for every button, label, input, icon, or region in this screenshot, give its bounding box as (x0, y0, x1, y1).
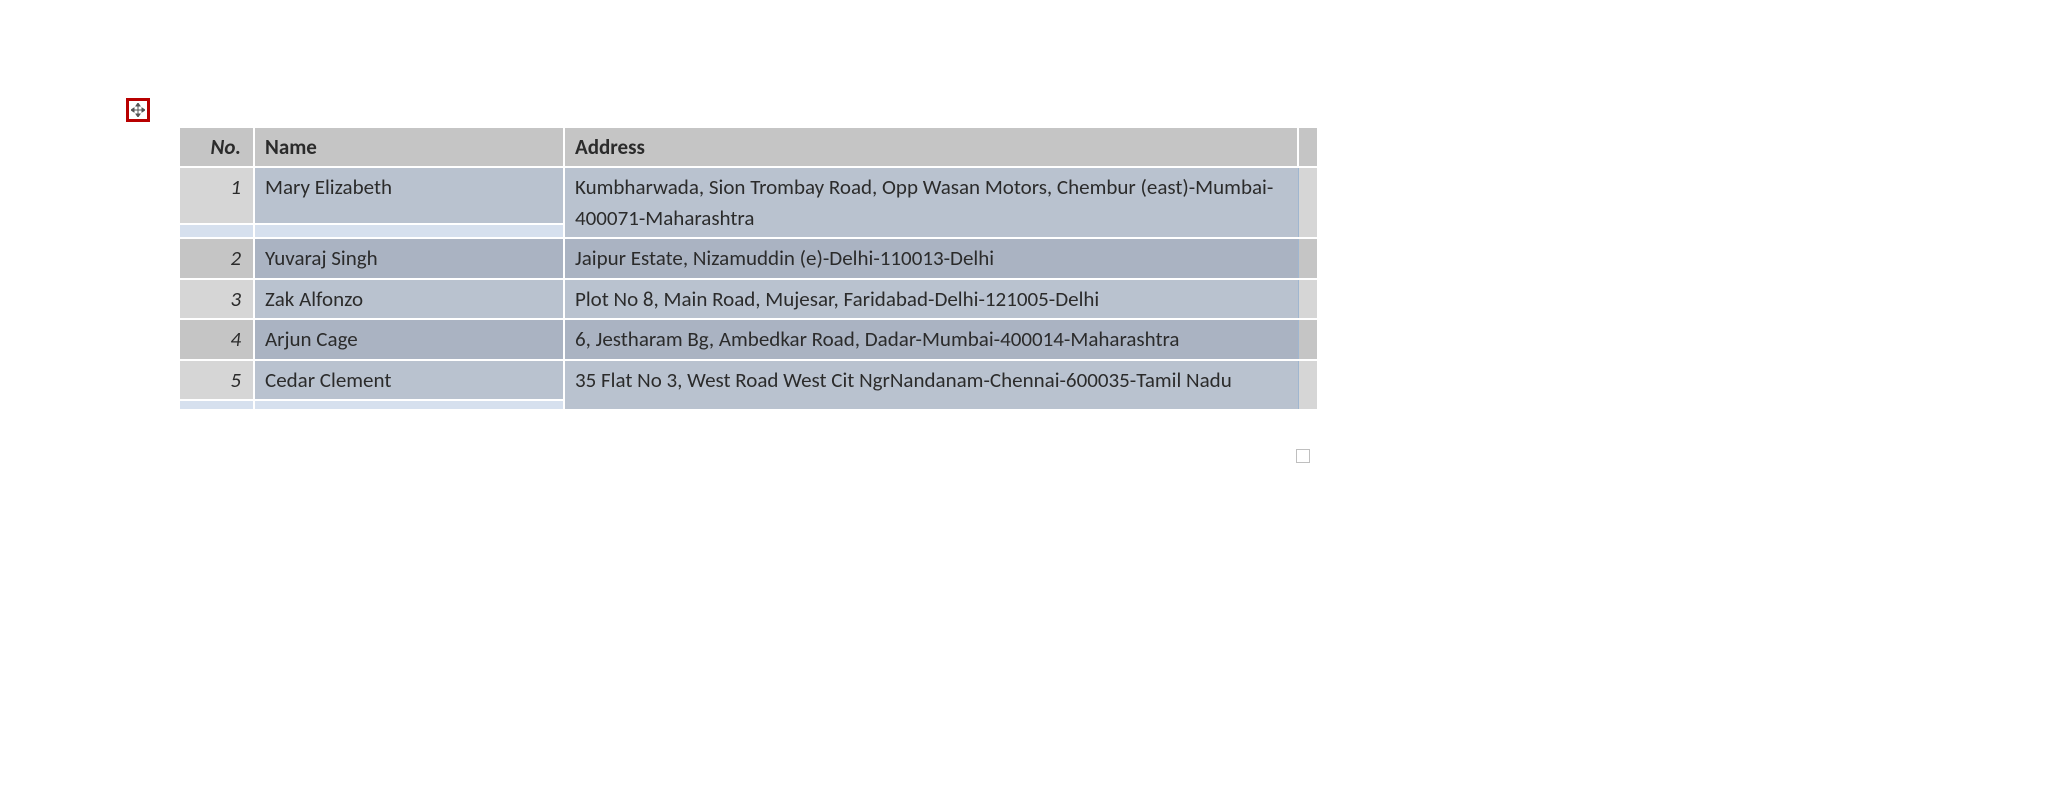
cell-address: Kumbharwada, Sion Trombay Road, Opp Wasa… (564, 167, 1298, 238)
table-row[interactable]: 5Cedar Clement35 Flat No 3, West Road We… (180, 360, 1318, 400)
cell-address: 6, Jestharam Bg, Ambedkar Road, Dadar-Mu… (564, 319, 1298, 359)
cell-address: Jaipur Estate, Nizamuddin (e)-Delhi-1100… (564, 238, 1298, 278)
cell-name: Arjun Cage (254, 319, 564, 359)
cell-name-cont (254, 400, 564, 410)
table-row[interactable]: 3Zak AlfonzoPlot No 8, Main Road, Mujesa… (180, 279, 1318, 319)
header-name: Name (254, 128, 564, 167)
cell-no-cont (180, 224, 254, 238)
cell-address: 35 Flat No 3, West Road West Cit NgrNand… (564, 360, 1298, 410)
table-row[interactable]: 2Yuvaraj SinghJaipur Estate, Nizamuddin … (180, 238, 1318, 278)
table-row[interactable]: 1Mary ElizabethKumbharwada, Sion Trombay… (180, 167, 1318, 224)
cell-address: Plot No 8, Main Road, Mujesar, Faridabad… (564, 279, 1298, 319)
cell-no: 5 (180, 360, 254, 400)
move-icon (131, 103, 145, 117)
cell-no: 4 (180, 319, 254, 359)
table-header-row: No. Name Address (180, 128, 1318, 167)
data-table[interactable]: No. Name Address 1Mary ElizabethKumbharw… (180, 128, 1319, 411)
cell-tail (1298, 167, 1318, 238)
header-address: Address (564, 128, 1298, 167)
table-row[interactable]: 4Arjun Cage6, Jestharam Bg, Ambedkar Roa… (180, 319, 1318, 359)
cell-no: 2 (180, 238, 254, 278)
cell-tail (1298, 238, 1318, 278)
table-move-handle[interactable] (126, 98, 150, 122)
header-tail (1298, 128, 1318, 167)
cell-name: Yuvaraj Singh (254, 238, 564, 278)
cell-name: Cedar Clement (254, 360, 564, 400)
cell-tail (1298, 279, 1318, 319)
header-no: No. (180, 128, 254, 167)
cell-tail (1298, 319, 1318, 359)
cell-no: 1 (180, 167, 254, 224)
cell-tail (1298, 360, 1318, 410)
cell-name-cont (254, 224, 564, 238)
table-resize-handle[interactable] (1296, 449, 1310, 463)
cell-no-cont (180, 400, 254, 410)
cell-name: Mary Elizabeth (254, 167, 564, 224)
cell-no: 3 (180, 279, 254, 319)
cell-name: Zak Alfonzo (254, 279, 564, 319)
